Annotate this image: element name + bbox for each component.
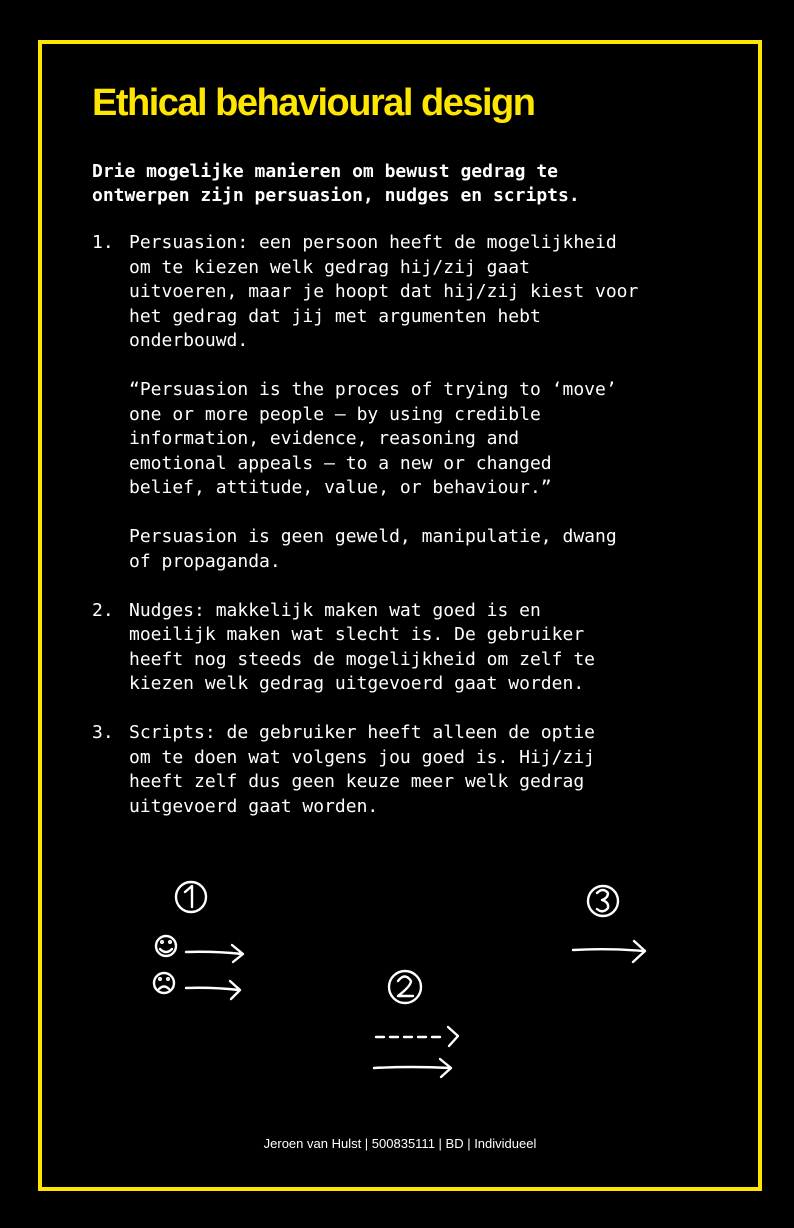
solid-arrow-icon xyxy=(184,943,245,964)
sad-face-icon xyxy=(152,971,176,995)
solid-arrow-icon xyxy=(184,979,242,1001)
hand-drawn-sketch xyxy=(152,880,647,1079)
solid-arrow-icon xyxy=(571,939,647,964)
circled-number-1-icon xyxy=(174,880,208,914)
dashed-arrow-icon xyxy=(374,1025,460,1048)
solid-arrow-icon xyxy=(372,1057,453,1079)
footer-credit: Jeroen van Hulst | 500835111 | BD | Indi… xyxy=(263,1136,537,1151)
smiley-icon xyxy=(154,934,178,958)
circled-number-2-icon xyxy=(387,969,423,1005)
circled-number-3-icon xyxy=(586,884,620,918)
